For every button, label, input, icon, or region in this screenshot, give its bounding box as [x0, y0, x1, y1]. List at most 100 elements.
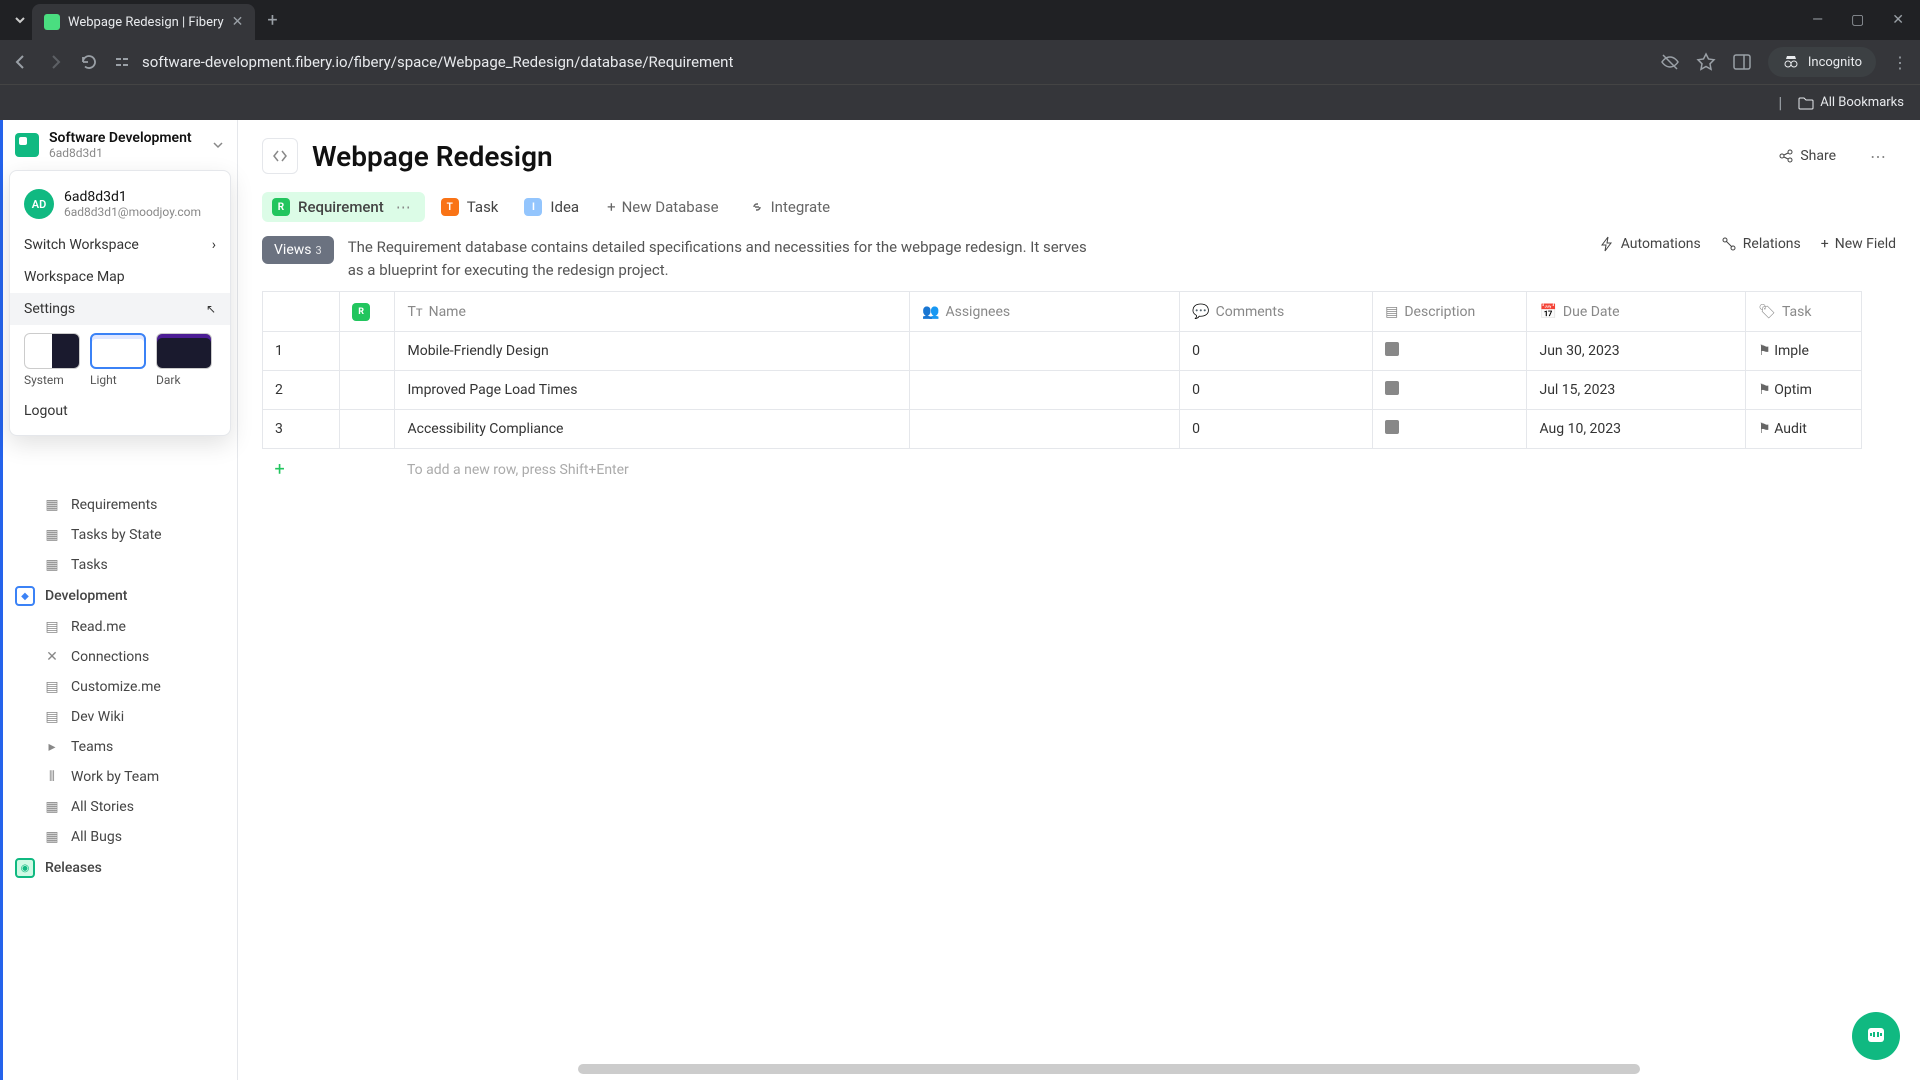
maximize-button[interactable]: ▢ [1843, 8, 1872, 32]
tab-title: Webpage Redesign | Fibery [68, 15, 224, 30]
share-button[interactable]: Share [1768, 142, 1846, 170]
sidebar-item-customize[interactable]: ▤ Customize.me [3, 672, 237, 702]
database-description[interactable]: The Requirement database contains detail… [348, 236, 1088, 281]
workspace-map-item[interactable]: Workspace Map [10, 261, 230, 293]
sidebar-item-tasks-by-state[interactable]: ▦ Tasks by State [3, 520, 237, 550]
cell-task[interactable]: ⚑ Optim [1746, 371, 1862, 410]
col-type-icon: R [340, 292, 395, 332]
sidebar-item-all-stories[interactable]: ▦ All Stories [3, 792, 237, 822]
intercom-launcher[interactable] [1852, 1012, 1900, 1060]
cell-due-date[interactable]: Aug 10, 2023 [1527, 410, 1746, 449]
add-row[interactable]: + To add a new row, press Shift+Enter [263, 449, 1862, 491]
cell-comments[interactable]: 0 [1180, 371, 1373, 410]
settings-item[interactable]: Settings ↖ [10, 293, 230, 325]
cell-comments[interactable]: 0 [1180, 332, 1373, 371]
tab-search-dropdown[interactable] [8, 8, 32, 32]
all-bookmarks-button[interactable]: All Bookmarks [1798, 95, 1904, 111]
cell-description[interactable] [1373, 332, 1527, 371]
side-panel-icon[interactable] [1732, 52, 1752, 72]
cell-due-date[interactable]: Jul 15, 2023 [1527, 371, 1746, 410]
logout-item[interactable]: Logout [10, 395, 230, 427]
flag-icon: ⚑ [1758, 421, 1774, 437]
col-comments[interactable]: 💬Comments [1180, 292, 1373, 332]
new-field-button[interactable]: + New Field [1821, 236, 1896, 252]
cell-assignees[interactable] [910, 332, 1180, 371]
horizontal-scrollbar[interactable] [578, 1064, 1640, 1074]
sidebar-item-label: Read.me [71, 619, 126, 635]
theme-dark[interactable]: Dark [156, 333, 212, 387]
table-row[interactable]: 2 Improved Page Load Times 0 Jul 15, 202… [263, 371, 1862, 410]
grid-icon: ▦ [43, 526, 61, 544]
cell-comments[interactable]: 0 [1180, 410, 1373, 449]
theme-system[interactable]: System [24, 333, 80, 387]
cell-task[interactable]: ⚑ Imple [1746, 332, 1862, 371]
sidebar-item-teams[interactable]: ▸ Teams [3, 732, 237, 762]
cell-name[interactable]: Accessibility Compliance [395, 410, 910, 449]
grid-icon: ▦ [43, 828, 61, 846]
table-container[interactable]: R TтName 👥Assignees 💬Comments ▤Descripti… [238, 291, 1920, 1080]
views-label: Views [274, 242, 312, 258]
sidebar-item-work-by-team[interactable]: ⫴ Work by Team [3, 762, 237, 792]
col-name[interactable]: TтName [395, 292, 910, 332]
new-tab-button[interactable]: + [255, 10, 289, 31]
sidebar-item-readme[interactable]: ▤ Read.me [3, 612, 237, 642]
doc-icon: ▤ [43, 708, 61, 726]
col-assignees[interactable]: 👥Assignees [910, 292, 1180, 332]
integrate-button[interactable]: Integrate [737, 192, 842, 222]
theme-light[interactable]: Light [90, 333, 146, 387]
forward-button[interactable] [46, 53, 64, 71]
cell-assignees[interactable] [910, 410, 1180, 449]
sidebar-section-development[interactable]: ◆ Development [3, 580, 237, 612]
switch-workspace-item[interactable]: Switch Workspace › [10, 229, 230, 261]
cell-description[interactable] [1373, 371, 1527, 410]
relations-button[interactable]: Relations [1721, 236, 1801, 252]
sidebar-section-releases[interactable]: ◉ Releases [3, 852, 237, 884]
cell-name[interactable]: Improved Page Load Times [395, 371, 910, 410]
collapse-sidebar-button[interactable] [262, 138, 298, 174]
sidebar-item-connections[interactable]: ✕ Connections [3, 642, 237, 672]
automations-button[interactable]: Automations [1599, 236, 1701, 252]
table-row[interactable]: 3 Accessibility Compliance 0 Aug 10, 202… [263, 410, 1862, 449]
views-button[interactable]: Views 3 [262, 236, 334, 264]
new-database-button[interactable]: + New Database [595, 192, 731, 222]
integrate-label: Integrate [771, 198, 830, 216]
browser-tab-active[interactable]: Webpage Redesign | Fibery ✕ [32, 4, 255, 40]
theme-selector: System Light Dark [10, 325, 230, 395]
reload-button[interactable] [80, 53, 98, 71]
sidebar-item-tasks[interactable]: ▦ Tasks [3, 550, 237, 580]
sidebar-item-dev-wiki[interactable]: ▤ Dev Wiki [3, 702, 237, 732]
tab-close-icon[interactable]: ✕ [232, 14, 244, 30]
grid-icon: ▦ [43, 556, 61, 574]
db-tab-idea[interactable]: I Idea [514, 192, 589, 222]
col-due-date[interactable]: 📅Due Date [1527, 292, 1746, 332]
cell-description[interactable] [1373, 410, 1527, 449]
page-more-button[interactable]: ⋯ [1860, 141, 1896, 172]
chevron-down-icon [211, 138, 225, 152]
cell-due-date[interactable]: Jun 30, 2023 [1527, 332, 1746, 371]
db-tab-task[interactable]: T Task [431, 192, 509, 222]
db-tab-requirement[interactable]: R Requirement ⋯ [262, 192, 425, 222]
sidebar-item-requirements[interactable]: ▦ Requirements [3, 490, 237, 520]
cell-name[interactable]: Mobile-Friendly Design [395, 332, 910, 371]
db-tab-more-icon[interactable]: ⋯ [392, 198, 415, 216]
theme-system-swatch [24, 333, 80, 369]
cell-task[interactable]: ⚑ Audit [1746, 410, 1862, 449]
site-settings-icon[interactable] [114, 54, 130, 70]
col-description[interactable]: ▤Description [1373, 292, 1527, 332]
automations-label: Automations [1621, 236, 1701, 252]
minimize-button[interactable]: — [1804, 8, 1831, 32]
url-input[interactable]: software-development.fibery.io/fibery/sp… [114, 53, 1644, 71]
sidebar: Software Development 6ad8d3d1 AD 6ad8d3d… [0, 120, 238, 1080]
sidebar-item-all-bugs[interactable]: ▦ All Bugs [3, 822, 237, 852]
chrome-menu-icon[interactable]: ⋮ [1892, 53, 1908, 72]
page-title[interactable]: Webpage Redesign [312, 140, 1754, 173]
cell-assignees[interactable] [910, 371, 1180, 410]
eye-off-icon[interactable] [1660, 52, 1680, 72]
workspace-switcher[interactable]: Software Development 6ad8d3d1 [3, 120, 237, 170]
back-button[interactable] [12, 53, 30, 71]
bookmark-star-icon[interactable] [1696, 52, 1716, 72]
incognito-badge[interactable]: Incognito [1768, 47, 1876, 77]
col-task[interactable]: 🏷Task [1746, 292, 1862, 332]
close-window-button[interactable]: ✕ [1884, 8, 1912, 32]
table-row[interactable]: 1 Mobile-Friendly Design 0 Jun 30, 2023 … [263, 332, 1862, 371]
